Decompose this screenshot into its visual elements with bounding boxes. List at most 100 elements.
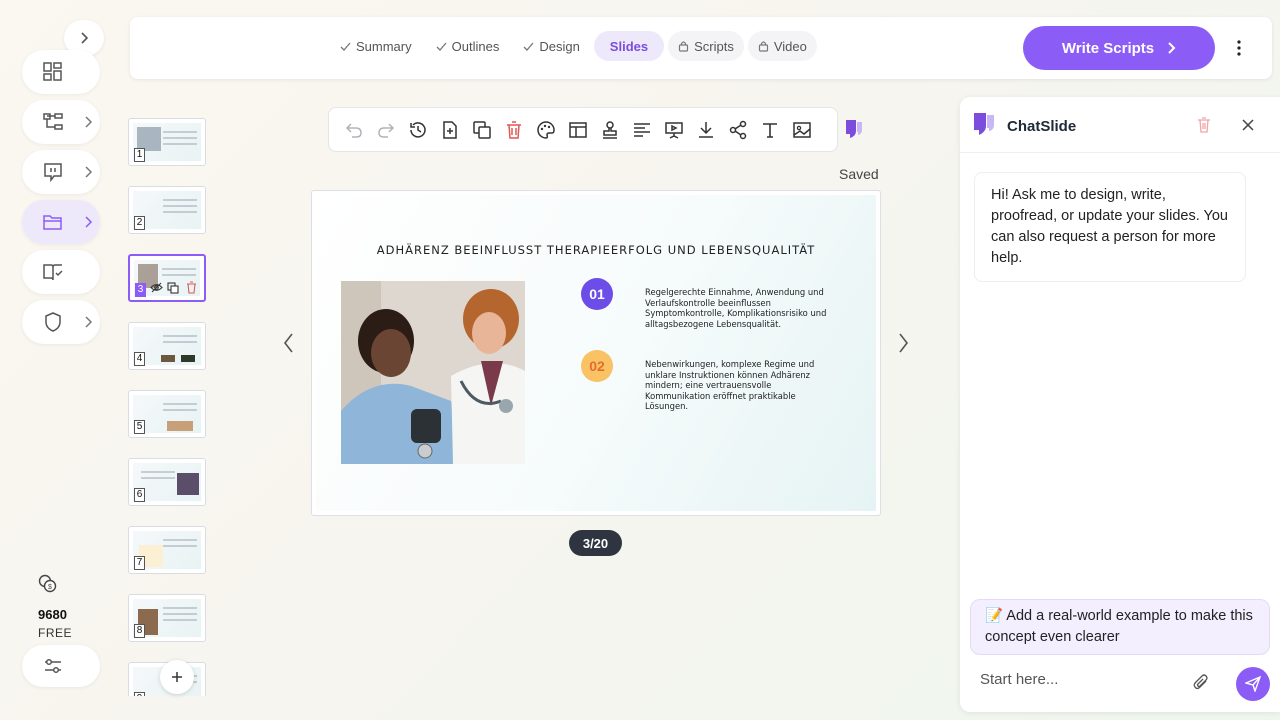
nav-presentation[interactable] <box>22 150 100 194</box>
undo-button[interactable] <box>343 119 365 141</box>
send-button[interactable] <box>1236 667 1270 701</box>
chatslide-logo-icon <box>974 113 994 135</box>
file-plus-icon <box>443 120 457 139</box>
thumbnail-slide-5[interactable]: 5 <box>128 390 206 438</box>
slide-canvas[interactable]: ADHÄRENZ BEEINFLUSST THERAPIEERFOLG UND … <box>311 190 881 516</box>
tab-scripts[interactable]: Scripts <box>668 31 744 61</box>
save-status: Saved <box>839 166 879 182</box>
chat-header: ChatSlide <box>960 97 1280 153</box>
share-button[interactable] <box>727 119 749 141</box>
slide-content: ADHÄRENZ BEEINFLUSST THERAPIEERFOLG UND … <box>316 195 876 511</box>
slide-toolbar <box>328 107 838 152</box>
coins-icon: $ <box>38 574 57 593</box>
chevron-right-icon <box>85 316 93 328</box>
assistant-message: Hi! Ask me to design, write, proofread, … <box>974 172 1246 282</box>
stamp-icon <box>603 120 617 139</box>
undo-icon <box>345 122 362 138</box>
tab-design[interactable]: Design <box>513 31 589 61</box>
plan-label: FREE <box>38 626 73 640</box>
chevron-right-icon <box>85 216 93 228</box>
settings-button[interactable] <box>22 645 100 687</box>
thumbnail-slide-2[interactable]: 2 <box>128 186 206 234</box>
copy-button[interactable] <box>471 119 493 141</box>
chatslide-logo-icon[interactable] <box>844 118 866 140</box>
theme-button[interactable] <box>535 119 557 141</box>
doctor-patient-photo <box>341 281 525 464</box>
thumbnail-slide-7[interactable]: 7 <box>128 526 206 574</box>
chat-panel: ChatSlide Hi! Ask me to design, write, p… <box>960 97 1280 712</box>
shield-icon <box>45 312 61 332</box>
send-icon <box>1245 676 1261 692</box>
thumbnail-slide-4[interactable]: 4 <box>128 322 206 370</box>
check-icon <box>523 42 534 51</box>
delete-slide-button[interactable] <box>503 119 525 141</box>
tab-video[interactable]: Video <box>747 31 817 61</box>
add-slide-button[interactable] <box>160 660 194 694</box>
tab-slides[interactable]: Slides <box>593 31 665 61</box>
align-left-icon <box>634 122 650 137</box>
workflow-bar: Summary Outlines Design Slides Scripts V… <box>130 17 1272 79</box>
chevron-right-icon <box>81 32 89 44</box>
redo-button[interactable] <box>375 119 397 141</box>
point-badge: 02 <box>581 350 613 382</box>
hide-icon[interactable] <box>150 282 163 293</box>
point-badge: 01 <box>581 278 613 310</box>
download-button[interactable] <box>695 119 717 141</box>
tab-summary[interactable]: Summary <box>330 31 422 61</box>
nav-projects[interactable] <box>22 200 100 244</box>
page-indicator: 3/20 <box>569 530 622 556</box>
write-scripts-button[interactable]: Write Scripts <box>1023 26 1215 70</box>
thumbnail-slide-6[interactable]: 6 <box>128 458 206 506</box>
stamp-button[interactable] <box>599 119 621 141</box>
credits-display: $ 9680 FREE <box>38 574 78 640</box>
check-icon <box>436 42 447 51</box>
history-icon <box>410 121 426 138</box>
download-icon <box>699 121 713 138</box>
folder-icon <box>43 215 62 230</box>
slide-thumbnails: 1 2 3 4 5 6 7 8 9 <box>126 116 208 696</box>
close-icon[interactable] <box>1241 118 1255 132</box>
nav-brand[interactable] <box>22 300 100 344</box>
lock-icon <box>678 41 689 52</box>
image-icon <box>793 121 811 138</box>
chat-input[interactable] <box>980 671 1180 688</box>
suggestion-chip[interactable]: 📝 Add a real-world example to make this … <box>970 599 1270 655</box>
paperclip-icon[interactable] <box>1192 673 1210 691</box>
slide-title[interactable]: ADHÄRENZ BEEINFLUSST THERAPIEERFOLG UND … <box>316 243 876 257</box>
chat-title: ChatSlide <box>1007 118 1077 135</box>
svg-text:$: $ <box>48 584 52 591</box>
slide-photo[interactable] <box>341 281 525 464</box>
delete-icon[interactable] <box>186 281 197 294</box>
thumbnail-slide-1[interactable]: 1 <box>128 118 206 166</box>
layout-icon <box>569 121 587 138</box>
tab-outlines[interactable]: Outlines <box>426 31 510 61</box>
duplicate-icon[interactable] <box>167 282 179 294</box>
lock-icon <box>758 41 768 52</box>
previous-slide-arrow[interactable] <box>282 332 296 354</box>
nav-outline[interactable] <box>22 100 100 144</box>
presentation-icon <box>44 163 62 183</box>
text-button[interactable] <box>759 119 781 141</box>
nav-dashboard[interactable] <box>22 50 100 94</box>
thumbnail-slide-3[interactable]: 3 <box>128 254 206 302</box>
image-button[interactable] <box>791 119 813 141</box>
present-button[interactable] <box>663 119 685 141</box>
align-button[interactable] <box>631 119 653 141</box>
thumbnail-slide-8[interactable]: 8 <box>128 594 206 642</box>
next-slide-arrow[interactable] <box>896 332 910 354</box>
slide-point-text[interactable]: Regelgerechte Einnahme, Anwendung und Ve… <box>645 287 827 329</box>
slide-point-text[interactable]: Nebenwirkungen, komplexe Regime und unkl… <box>645 359 827 412</box>
add-page-button[interactable] <box>439 119 461 141</box>
layout-button[interactable] <box>567 119 589 141</box>
history-button[interactable] <box>407 119 429 141</box>
clear-chat-icon[interactable] <box>1197 117 1211 133</box>
nav-library[interactable] <box>22 250 100 294</box>
chevron-right-icon <box>85 116 93 128</box>
redo-icon <box>378 122 395 138</box>
plus-icon <box>172 672 182 682</box>
presentation-icon <box>665 121 683 139</box>
credits-count: 9680 <box>38 607 67 622</box>
palette-icon <box>537 120 555 139</box>
text-icon <box>763 122 777 138</box>
more-options-icon[interactable] <box>1232 37 1246 59</box>
